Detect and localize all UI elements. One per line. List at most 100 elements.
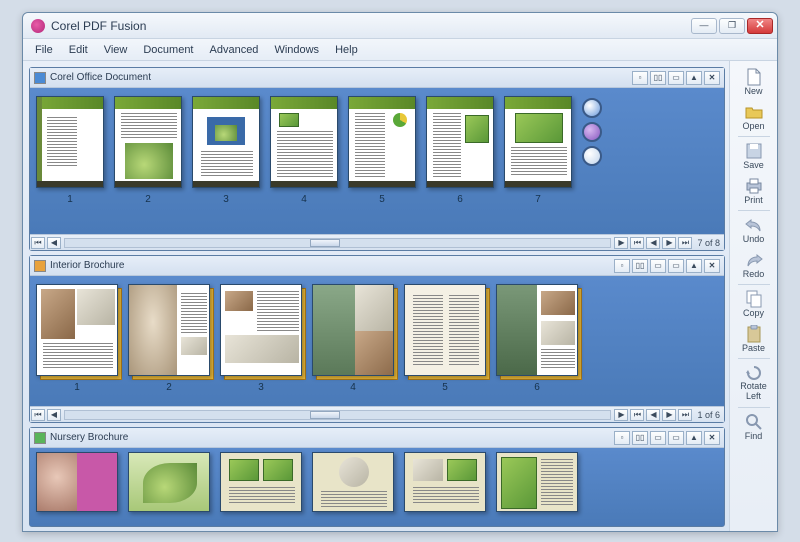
menu-windows[interactable]: Windows [266, 41, 327, 59]
panel-tool-button[interactable]: ▯▯ [632, 259, 648, 273]
page-thumbnail[interactable]: 5 [404, 284, 486, 393]
page-thumbnail[interactable] [36, 452, 118, 512]
scrollbar[interactable] [64, 238, 611, 248]
scroll-first[interactable]: ⏮ [31, 409, 45, 421]
thumbnail-strip[interactable]: 1 2 3 4 5 [30, 276, 724, 406]
undo-icon [744, 216, 764, 234]
page-thumbnail[interactable]: 2 [128, 284, 210, 393]
maximize-button[interactable]: ❐ [719, 18, 745, 34]
page-thumbnail[interactable] [220, 452, 302, 512]
menu-edit[interactable]: Edit [61, 41, 96, 59]
menu-file[interactable]: File [27, 41, 61, 59]
rotate-left-button[interactable]: Rotate Left [734, 361, 774, 405]
page-thumbnail[interactable]: 7 [504, 96, 572, 205]
copy-button[interactable]: Copy [734, 287, 774, 321]
scrollbar[interactable] [64, 410, 611, 420]
redo-button[interactable]: Redo [734, 248, 774, 282]
print-button[interactable]: Print [734, 174, 774, 208]
menu-view[interactable]: View [96, 41, 136, 59]
panel-tool-button[interactable]: ▫ [614, 431, 630, 445]
page-prev[interactable]: ◀ [646, 237, 660, 249]
panel-tool-button[interactable]: ▭ [668, 259, 684, 273]
panel-collapse-button[interactable]: ▲ [686, 431, 702, 445]
rotate-left-icon [744, 364, 764, 382]
panel-tool-button[interactable]: ▭ [668, 431, 684, 445]
disk-icon [744, 142, 764, 160]
copy-icon [744, 290, 764, 308]
menu-help[interactable]: Help [327, 41, 366, 59]
save-button[interactable]: Save [734, 139, 774, 173]
view-mode-thumbnail[interactable] [582, 98, 602, 118]
page-thumbnail[interactable]: 1 [36, 96, 104, 205]
menu-advanced[interactable]: Advanced [202, 41, 267, 59]
paste-button[interactable]: Paste [734, 322, 774, 356]
page-thumbnail[interactable] [404, 452, 486, 512]
thumbnail-strip[interactable]: 1 2 3 4 5 [30, 88, 724, 234]
paste-icon [744, 325, 764, 343]
app-title: Corel PDF Fusion [51, 19, 691, 33]
sidebar-toolbar: New Open Save Print Undo Redo Copy Paste… [729, 61, 777, 531]
panel-tool-button[interactable]: ▯▯ [650, 71, 666, 85]
scroll-right[interactable]: ▶ [614, 237, 628, 249]
new-button[interactable]: New [734, 65, 774, 99]
panel-tool-button[interactable]: ▯▯ [632, 431, 648, 445]
page-number: 3 [223, 194, 229, 205]
page-thumbnail[interactable]: 1 [36, 284, 118, 393]
page-thumbnail[interactable]: 4 [312, 284, 394, 393]
scroll-left[interactable]: ◀ [47, 237, 61, 249]
panel-tool-button[interactable]: ▭ [650, 259, 666, 273]
panel-tool-button[interactable]: ▭ [668, 71, 684, 85]
view-mode-page[interactable] [582, 146, 602, 166]
page-indicator: 7 of 8 [693, 238, 724, 248]
panel-close-button[interactable]: ✕ [704, 259, 720, 273]
panel-collapse-button[interactable]: ▲ [686, 259, 702, 273]
thumbnail-strip[interactable] [30, 448, 724, 526]
scroll-left[interactable]: ◀ [47, 409, 61, 421]
scroll-right[interactable]: ▶ [614, 409, 628, 421]
printer-icon [744, 177, 764, 195]
page-prev[interactable]: ◀ [646, 409, 660, 421]
page-last[interactable]: ⏭ [678, 409, 692, 421]
close-button[interactable]: ✕ [747, 18, 773, 34]
window-controls: — ❐ ✕ [691, 18, 773, 34]
page-number: 4 [350, 382, 356, 393]
page-thumbnail[interactable]: 4 [270, 96, 338, 205]
page-next[interactable]: ▶ [662, 409, 676, 421]
page-number: 6 [534, 382, 540, 393]
open-button[interactable]: Open [734, 100, 774, 134]
page-thumbnail[interactable] [496, 452, 578, 512]
page-number: 7 [535, 194, 541, 205]
panel-tool-button[interactable]: ▫ [632, 71, 648, 85]
page-thumbnail[interactable]: 6 [426, 96, 494, 205]
page-first[interactable]: ⏮ [630, 237, 644, 249]
pager: ⏮ ◀ ▶ ⏮ ◀ ▶ ⏭ 1 of 6 [30, 406, 724, 422]
page-thumbnail[interactable]: 2 [114, 96, 182, 205]
panel-close-button[interactable]: ✕ [704, 431, 720, 445]
doc-type-icon [34, 260, 46, 272]
minimize-button[interactable]: — [691, 18, 717, 34]
undo-button[interactable]: Undo [734, 213, 774, 247]
view-mode-buttons [582, 96, 606, 166]
page-number: 1 [74, 382, 80, 393]
page-thumbnail[interactable]: 3 [192, 96, 260, 205]
page-first[interactable]: ⏮ [630, 409, 644, 421]
document-header: Nursery Brochure ▫ ▯▯ ▭ ▭ ▲ ✕ [30, 428, 724, 448]
page-thumbnail[interactable] [128, 452, 210, 512]
panel-tool-button[interactable]: ▭ [650, 431, 666, 445]
page-thumbnail[interactable]: 3 [220, 284, 302, 393]
panel-collapse-button[interactable]: ▲ [686, 71, 702, 85]
page-last[interactable]: ⏭ [678, 237, 692, 249]
scroll-first[interactable]: ⏮ [31, 237, 45, 249]
page-next[interactable]: ▶ [662, 237, 676, 249]
page-number: 2 [145, 194, 151, 205]
page-thumbnail[interactable]: 5 [348, 96, 416, 205]
page-number: 2 [166, 382, 172, 393]
panel-tool-button[interactable]: ▫ [614, 259, 630, 273]
view-mode-assembly[interactable] [582, 122, 602, 142]
panel-close-button[interactable]: ✕ [704, 71, 720, 85]
page-thumbnail[interactable]: 6 [496, 284, 578, 393]
page-thumbnail[interactable] [312, 452, 394, 512]
workspace: Corel Office Document ▫ ▯▯ ▭ ▲ ✕ 1 2 [23, 61, 729, 531]
menu-document[interactable]: Document [135, 41, 201, 59]
find-button[interactable]: Find [734, 410, 774, 444]
